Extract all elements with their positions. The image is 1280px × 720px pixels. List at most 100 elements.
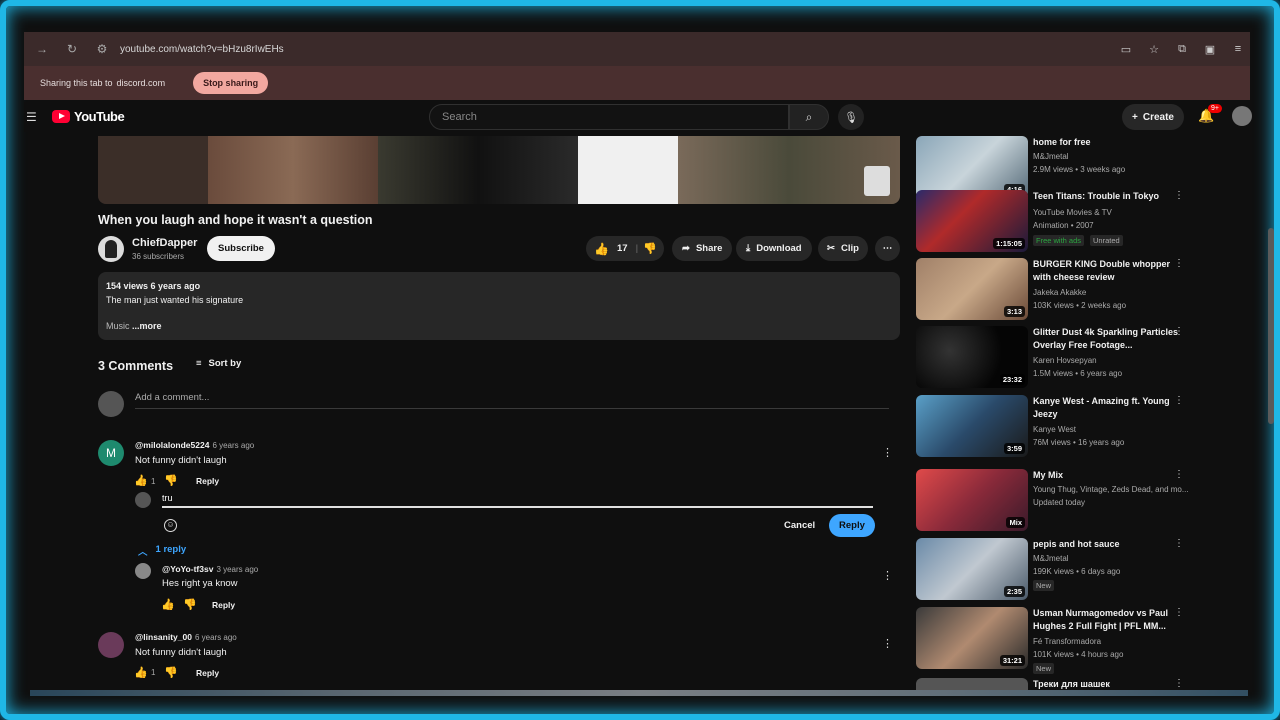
sidebar-video[interactable]: Треки для шашек ⋮ bbox=[916, 678, 1246, 690]
sidebar-menu-icon[interactable]: ⋮ bbox=[1174, 469, 1184, 480]
sidebar-menu-icon[interactable]: ⋮ bbox=[1174, 538, 1184, 549]
add-comment-input[interactable]: Add a comment... bbox=[135, 392, 209, 403]
reply-handle[interactable]: @YoYo-tf3sv bbox=[162, 564, 213, 574]
description-box[interactable]: 154 views 6 years ago The man just wante… bbox=[98, 272, 900, 340]
reload-icon[interactable]: ↻ bbox=[60, 37, 84, 61]
cast-icon[interactable]: ▭ bbox=[1118, 43, 1134, 56]
comment-time[interactable]: 6 years ago bbox=[212, 441, 254, 450]
sidebar-video-title[interactable]: Teen Titans: Trouble in Tokyo bbox=[1033, 190, 1183, 203]
more-actions-button[interactable]: ⋯ bbox=[875, 236, 900, 261]
sidebar-video[interactable]: 23:32 Glitter Dust 4k Sparkling Particle… bbox=[916, 326, 1246, 388]
like-icon[interactable]: 👍 bbox=[594, 242, 609, 256]
comment-time[interactable]: 6 years ago bbox=[195, 633, 237, 642]
commenter-avatar[interactable]: M bbox=[98, 440, 124, 466]
page-scrollbar[interactable] bbox=[1268, 228, 1274, 424]
sidebar-video[interactable]: 1:15:05 Teen Titans: Trouble in Tokyo Yo… bbox=[916, 190, 1246, 252]
reply-reply-button[interactable]: Reply bbox=[212, 600, 235, 610]
youtube-logo[interactable]: YouTube bbox=[52, 109, 125, 124]
sidebar-video[interactable]: Mix My Mix Young Thug, Vintage, Zeds Dea… bbox=[916, 469, 1246, 531]
sidebar-video[interactable]: 3:13 BURGER KING Double whopper with che… bbox=[916, 258, 1246, 320]
channel-name[interactable]: ChiefDapper bbox=[132, 237, 197, 249]
subscribe-button[interactable]: Subscribe bbox=[207, 236, 275, 261]
sidebar-video[interactable]: 2:35 pepis and hot sauce M&Jmetal 199K v… bbox=[916, 538, 1246, 600]
hamburger-menu-icon[interactable]: ☰ bbox=[26, 110, 37, 124]
microphone-icon: 🎙 bbox=[844, 111, 858, 124]
sidebar-video-title[interactable]: pepis and hot sauce bbox=[1033, 538, 1183, 551]
sidebar-video[interactable]: 31:21 Usman Nurmagomedov vs Paul Hughes … bbox=[916, 607, 1246, 674]
share-button[interactable]: ➦ Share bbox=[672, 236, 733, 261]
sidebar-menu-icon[interactable]: ⋮ bbox=[1174, 678, 1184, 689]
reply-input[interactable]: tru bbox=[162, 493, 173, 503]
create-button[interactable]: + Create bbox=[1122, 104, 1184, 130]
comment-handle[interactable]: @milolalonde5224 bbox=[135, 440, 209, 450]
video-title: When you laugh and hope it wasn't a ques… bbox=[98, 213, 373, 227]
comment-handle[interactable]: @linsanity_00 bbox=[135, 632, 192, 642]
comment-like-icon[interactable]: 👍 bbox=[134, 666, 148, 679]
sidebar-menu-icon[interactable]: ⋮ bbox=[1174, 326, 1184, 337]
sidebar-video-title[interactable]: BURGER KING Double whopper with cheese r… bbox=[1033, 258, 1183, 284]
search-input[interactable]: Search bbox=[429, 104, 789, 130]
forward-icon[interactable]: → bbox=[30, 37, 54, 61]
site-info-icon[interactable]: ⚙ bbox=[90, 37, 114, 61]
bookmark-star-icon[interactable]: ☆ bbox=[1146, 43, 1162, 56]
extensions-icon[interactable]: ⧉ bbox=[1174, 43, 1190, 56]
sidebar-menu-icon[interactable]: ⋮ bbox=[1174, 190, 1184, 201]
video-thumbnail[interactable]: 3:13 bbox=[916, 258, 1028, 320]
comment-dislike-icon[interactable]: 👎 bbox=[164, 474, 178, 487]
cancel-reply-button[interactable]: Cancel bbox=[784, 520, 815, 531]
video-thumbnail[interactable]: 1:15:05 bbox=[916, 190, 1028, 252]
sort-icon: ≡ bbox=[196, 358, 202, 369]
video-thumbnail[interactable]: Mix bbox=[916, 469, 1028, 531]
reply-menu-icon[interactable]: ⋮ bbox=[882, 569, 893, 582]
comment-menu-icon[interactable]: ⋮ bbox=[882, 446, 893, 459]
sidebar-video-title[interactable]: Glitter Dust 4k Sparkling Particles Over… bbox=[1033, 326, 1183, 352]
reply-time[interactable]: 3 years ago bbox=[216, 565, 258, 574]
download-button[interactable]: ⤓ Download bbox=[736, 236, 812, 261]
menu-icon[interactable]: ≡ bbox=[1230, 43, 1246, 55]
sidebar-video-title[interactable]: My Mix bbox=[1033, 469, 1183, 482]
video-player[interactable] bbox=[98, 136, 900, 204]
channel-avatar[interactable] bbox=[98, 236, 124, 262]
sidebar-menu-icon[interactable]: ⋮ bbox=[1174, 607, 1184, 618]
comment-like-icon[interactable]: 👍 bbox=[134, 474, 148, 487]
sidebar-video-title[interactable]: Usman Nurmagomedov vs Paul Hughes 2 Full… bbox=[1033, 607, 1183, 633]
stop-sharing-button[interactable]: Stop sharing bbox=[193, 72, 269, 94]
submit-reply-button[interactable]: Reply bbox=[829, 514, 875, 537]
comment-reply-button[interactable]: Reply bbox=[196, 476, 219, 486]
url-text[interactable]: youtube.com/watch?v=bHzu8rIwEHs bbox=[120, 44, 284, 55]
description-music: Music bbox=[106, 321, 130, 331]
show-more-link[interactable]: ...more bbox=[132, 321, 162, 331]
search-button[interactable]: ⌕ bbox=[789, 104, 829, 130]
video-thumbnail[interactable] bbox=[916, 678, 1028, 690]
account-avatar[interactable] bbox=[1232, 106, 1252, 126]
dislike-icon[interactable]: 👎 bbox=[643, 242, 657, 255]
sort-by-button[interactable]: ≡ Sort by bbox=[196, 358, 241, 369]
video-thumbnail[interactable]: 23:32 bbox=[916, 326, 1028, 388]
comment-reply-button[interactable]: Reply bbox=[196, 668, 219, 678]
sidebar-video[interactable]: 3:59 Kanye West - Amazing ft. Young Jeez… bbox=[916, 395, 1246, 457]
video-thumbnail[interactable]: 31:21 bbox=[916, 607, 1028, 669]
reply-author-avatar[interactable] bbox=[135, 563, 151, 579]
reply-dislike-icon[interactable]: 👎 bbox=[183, 598, 197, 611]
unrated-badge: Unrated bbox=[1090, 235, 1123, 246]
split-view-icon[interactable]: ▣ bbox=[1202, 43, 1218, 56]
video-thumbnail[interactable]: 4:16 bbox=[916, 136, 1028, 198]
replies-toggle[interactable]: ︿ 1 reply bbox=[138, 544, 186, 558]
clip-button[interactable]: ✂ Clip bbox=[818, 236, 868, 261]
emoji-icon[interactable]: ☺ bbox=[164, 519, 177, 532]
video-thumbnail[interactable]: 3:59 bbox=[916, 395, 1028, 457]
commenter-avatar[interactable] bbox=[98, 632, 124, 658]
video-thumbnail[interactable]: 2:35 bbox=[916, 538, 1028, 600]
reply-like-icon[interactable]: 👍 bbox=[161, 598, 175, 611]
like-count[interactable]: 17 bbox=[617, 243, 628, 254]
youtube-header: ☰ YouTube Search ⌕ 🎙 + Create 🔔 9+ bbox=[24, 102, 1252, 132]
sidebar-video-title[interactable]: home for free bbox=[1033, 136, 1183, 149]
sidebar-video[interactable]: 4:16 home for free M&Jmetal 2.9M views •… bbox=[916, 136, 1246, 198]
sidebar-menu-icon[interactable]: ⋮ bbox=[1174, 258, 1184, 269]
sidebar-menu-icon[interactable]: ⋮ bbox=[1174, 395, 1184, 406]
comment-dislike-icon[interactable]: 👎 bbox=[164, 666, 178, 679]
sidebar-channel: YouTube Movies & TV bbox=[1033, 208, 1112, 217]
voice-search-button[interactable]: 🎙 bbox=[838, 104, 864, 130]
comment-menu-icon[interactable]: ⋮ bbox=[882, 637, 893, 650]
sidebar-video-title[interactable]: Kanye West - Amazing ft. Young Jeezy bbox=[1033, 395, 1183, 421]
